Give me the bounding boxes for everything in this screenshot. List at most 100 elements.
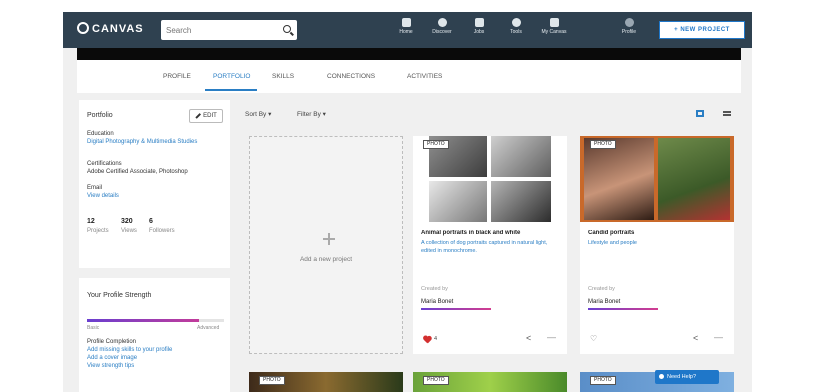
project-type-badge: PHOTO [423,140,449,149]
list-view-icon[interactable] [723,111,731,116]
email-label: Email [87,185,103,191]
nav-item-label: Profile [621,29,637,35]
briefcase-icon [474,18,484,27]
logo-mark-icon [77,22,89,34]
active-tab-indicator [205,89,257,91]
chevron-down-icon: ▾ [322,111,326,118]
add-project-tile[interactable]: Add a new project [249,136,403,354]
help-button[interactable]: Need Help? [655,370,719,384]
grid-view-icon[interactable] [696,110,704,117]
thumbnail-image [491,181,551,222]
user-icon [549,18,559,27]
strength-title: Your Profile Strength [87,292,152,299]
heart-icon[interactable] [423,336,431,343]
nav-item-label: Jobs [473,29,485,35]
nav-item-tools[interactable]: Tools [501,18,531,44]
project-type-badge: PHOTO [590,140,616,149]
filter-dropdown[interactable]: Filter By ▾ [297,110,326,118]
share-icon[interactable]: < [526,333,531,343]
owner-name[interactable]: Maria Bonet [588,299,620,305]
more-icon[interactable]: — [714,332,723,342]
nav-item-label: Discover [432,29,452,35]
share-icon[interactable]: < [693,333,698,343]
tab-connections[interactable]: CONNECTIONS [327,73,375,80]
project-type-badge: PHOTO [423,376,449,385]
project-title[interactable]: Candid portraits [588,230,726,236]
thumbnail-image [658,138,730,220]
sort-label: Sort By [245,111,267,118]
card-heading: Portfolio [87,112,113,119]
home-icon [401,18,411,27]
project-type-badge: PHOTO [259,376,285,385]
stat-views-label: Views [121,228,137,234]
project-card-preview[interactable]: PHOTO [249,372,403,392]
stat-projects-label: Projects [87,228,109,234]
email-link[interactable]: View details [87,192,119,200]
owner-name[interactable]: Maria Bonet [421,299,453,305]
top-navbar: CANVAS Home Discover Jobs Tools My Canva… [63,12,752,48]
certifications-label: Certifications [87,161,122,167]
project-actions: 4 < — [413,331,567,349]
owner-label: Created by [588,286,615,292]
stat-projects-count: 12 [87,218,95,225]
strength-level-right: Advanced [197,325,220,331]
certifications-value: Adobe Certified Associate, Photoshop [87,169,188,175]
owner-accent-bar [421,308,491,310]
compass-icon [437,18,447,27]
nav-item-my-canvas[interactable]: My Canvas [539,18,569,44]
tab-activities[interactable]: ACTIVITIES [407,73,442,80]
logo[interactable]: CANVAS [77,22,144,35]
project-card[interactable]: PHOTO Animal portraits in black and whit… [413,136,567,354]
stat-followers-label: Followers [149,228,175,234]
profile-summary-card: Portfolio EDIT Education Digital Photogr… [79,100,230,268]
nav-item-jobs[interactable]: Jobs [464,18,494,44]
nav-item-discover[interactable]: Discover [427,18,457,44]
strength-link-tips[interactable]: View strength tips [87,362,134,370]
project-title[interactable]: Animal portraits in black and white [421,230,559,236]
tools-icon [511,18,521,27]
strength-link-skills[interactable]: Add missing skills to your profile [87,346,172,354]
sort-dropdown[interactable]: Sort By ▾ [245,110,271,118]
edit-button[interactable]: EDIT [189,109,223,123]
new-project-button[interactable]: + NEW PROJECT [659,21,745,39]
more-icon[interactable]: — [547,332,556,342]
search-box [161,20,297,41]
profile-strength-card: Your Profile Strength Basic Advanced Pro… [79,278,230,392]
search-input[interactable] [161,20,271,41]
search-icon[interactable] [283,25,291,33]
logo-text: CANVAS [92,23,144,35]
chevron-down-icon: ▾ [268,111,272,118]
strength-link-cover[interactable]: Add a cover image [87,354,137,362]
project-card-preview[interactable]: PHOTO [413,372,567,392]
nav-item-profile[interactable]: Profile [614,18,644,44]
nav-item-label: Home [399,29,413,35]
like-count: 4 [434,336,438,342]
nav-item-home[interactable]: Home [391,18,421,44]
heart-outline-icon[interactable]: ♡ [590,334,597,344]
owner-accent-bar [588,308,658,310]
project-description: Lifestyle and people [588,240,637,246]
strength-progress-bar [87,319,224,322]
tab-skills[interactable]: SKILLS [272,73,294,80]
profile-tabs: PROFILE PORTFOLIO SKILLS CONNECTIONS ACT… [77,60,741,93]
nav-item-label: Tools [510,29,522,35]
tab-portfolio[interactable]: PORTFOLIO [213,73,250,80]
add-project-label: Add a new project [299,256,353,263]
nav-item-label: My Canvas [541,29,567,35]
project-type-badge: PHOTO [590,376,616,385]
project-description: A collection of dog portraits captured i… [421,240,548,254]
thumbnail-image [429,181,487,222]
tab-profile[interactable]: PROFILE [163,73,191,80]
avatar-icon [624,18,634,27]
strength-progress-fill [87,319,200,322]
education-value[interactable]: Digital Photography & Multimedia Studies [87,138,217,146]
education-label: Education [87,131,114,137]
stat-followers-count: 6 [149,218,153,225]
strength-link-completion[interactable]: Profile Completion [87,338,136,346]
filter-label: Filter By [297,111,321,118]
project-card[interactable]: PHOTO Candid portraits Lifestyle and peo… [580,136,734,354]
stat-views-count: 320 [121,218,133,225]
edit-label: EDIT [203,113,217,119]
app-window: CANVAS Home Discover Jobs Tools My Canva… [63,12,752,392]
strength-level-left: Basic [87,325,100,331]
